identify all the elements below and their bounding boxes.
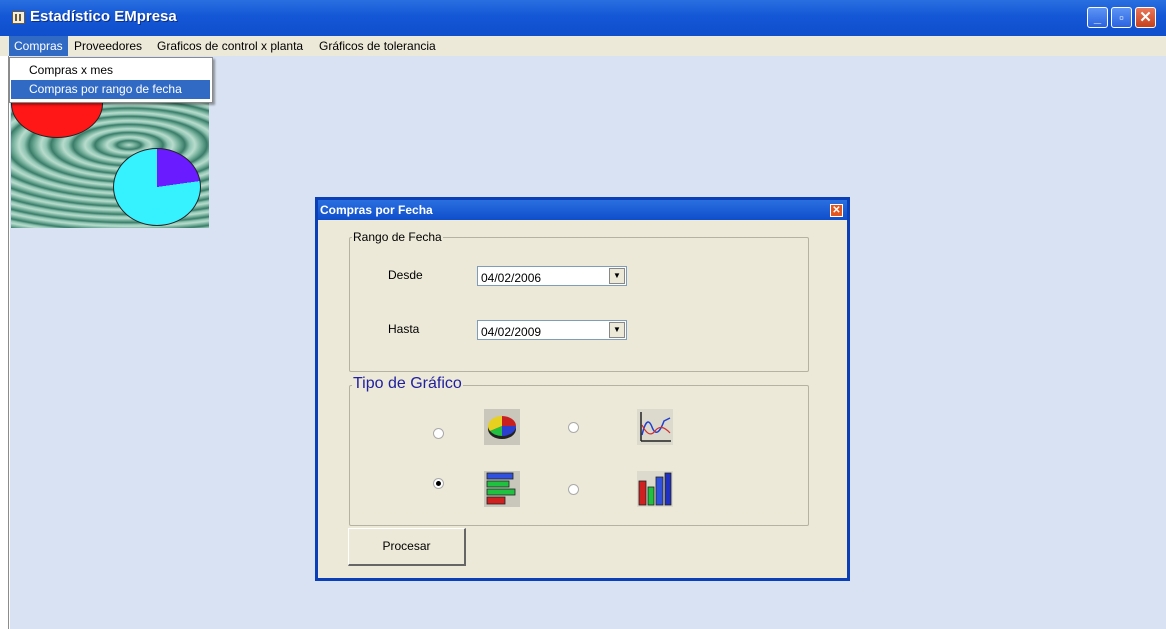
- close-button[interactable]: ✕: [1135, 7, 1156, 28]
- radio-line-chart[interactable]: [568, 422, 579, 433]
- vertical-bar-chart-icon: [637, 471, 673, 507]
- window-title: Estadístico EMpresa: [30, 8, 177, 25]
- rango-fecha-legend: Rango de Fecha: [352, 230, 443, 244]
- menu-graficos-tolerancia[interactable]: Gráficos de tolerancia: [314, 36, 441, 56]
- menu-bar: Compras Proveedores Graficos de control …: [0, 36, 1166, 56]
- compras-dropdown: Compras x mes Compras por rango de fecha: [9, 57, 213, 103]
- app-icon: [12, 11, 25, 24]
- procesar-button[interactable]: Procesar: [348, 528, 466, 566]
- restore-button[interactable]: ▫: [1111, 7, 1132, 28]
- hasta-date-picker[interactable]: 04/02/2009 ▼: [477, 320, 627, 340]
- menu-item-compras-rango-fecha[interactable]: Compras por rango de fecha: [11, 80, 210, 99]
- cyan-pie-shape: [113, 148, 201, 226]
- hasta-value: 04/02/2009: [481, 325, 542, 339]
- horizontal-bar-chart-icon: [484, 471, 520, 507]
- window-left-border: [0, 56, 10, 629]
- compras-por-fecha-dialog: Compras por Fecha ✕ Rango de Fecha Desde…: [315, 197, 850, 581]
- desde-label: Desde: [388, 268, 423, 282]
- radio-pie-chart[interactable]: [433, 428, 444, 439]
- main-titlebar: Estadístico EMpresa _ ▫ ✕: [0, 0, 1166, 36]
- menu-item-compras-x-mes[interactable]: Compras x mes: [11, 61, 210, 80]
- minimize-button[interactable]: _: [1087, 7, 1108, 28]
- radio-vertical-bar-chart[interactable]: [568, 484, 579, 495]
- desde-date-picker[interactable]: 04/02/2006 ▼: [477, 266, 627, 286]
- dialog-title: Compras por Fecha: [318, 200, 847, 220]
- menu-compras[interactable]: Compras: [9, 36, 68, 56]
- tipo-grafico-legend: Tipo de Gráfico: [352, 375, 463, 393]
- tipo-grafico-group: Tipo de Gráfico: [349, 375, 809, 526]
- background-picture: [11, 70, 209, 228]
- dialog-close-button[interactable]: ✕: [830, 204, 843, 217]
- desde-value: 04/02/2006: [481, 271, 542, 285]
- rango-fecha-group: Rango de Fecha: [349, 230, 809, 372]
- radio-horizontal-bar-chart[interactable]: [433, 478, 444, 489]
- chevron-down-icon[interactable]: ▼: [609, 268, 625, 284]
- hasta-label: Hasta: [388, 322, 420, 336]
- pie-chart-icon: [484, 409, 520, 445]
- line-chart-icon: [637, 409, 673, 445]
- menu-proveedores[interactable]: Proveedores: [69, 36, 147, 56]
- menu-graficos-control[interactable]: Graficos de control x planta: [152, 36, 308, 56]
- chevron-down-icon[interactable]: ▼: [609, 322, 625, 338]
